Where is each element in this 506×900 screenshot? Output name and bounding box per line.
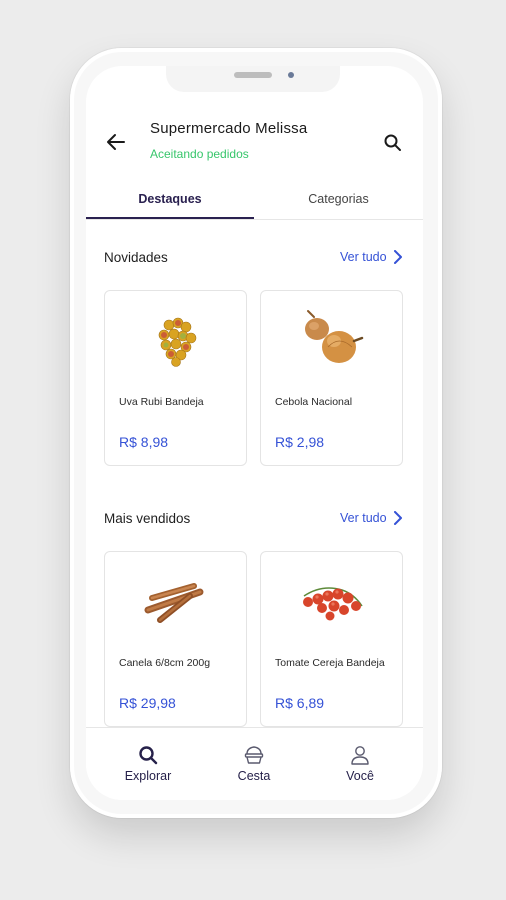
nav-explorar[interactable]: Explorar: [108, 744, 188, 783]
product-name: Uva Rubi Bandeja: [119, 396, 204, 408]
tab-divider: [86, 219, 423, 220]
search-icon: [384, 134, 401, 151]
store-status: Aceitando pedidos: [150, 147, 249, 161]
grapes-image: [158, 317, 197, 367]
store-name: Supermercado Melissa: [150, 120, 308, 137]
chevron-right-icon: [393, 511, 402, 525]
tab-active-indicator: [86, 217, 254, 219]
product-name: Cebola Nacional: [275, 396, 353, 408]
phone-camera: [288, 72, 294, 78]
search-icon: [139, 746, 158, 765]
tab-categorias[interactable]: Categorias: [254, 192, 423, 206]
product-price: R$ 2,98: [275, 434, 325, 450]
search-button[interactable]: [383, 133, 403, 153]
back-button[interactable]: [104, 130, 128, 154]
product-price: R$ 8,98: [119, 434, 169, 450]
product-price: R$ 6,89: [275, 695, 325, 711]
see-all-novidades-link[interactable]: Ver tudo: [340, 250, 403, 264]
section-title-novidades: Novidades: [104, 250, 168, 265]
product-name: Canela 6/8cm 200g: [119, 657, 211, 669]
see-all-mais-vendidos-link[interactable]: Ver tudo: [340, 511, 403, 525]
product-card[interactable]: Tomate Cereja Bandeja R$ 6,89: [260, 551, 403, 727]
nav-label: Você: [346, 769, 374, 783]
nav-cesta[interactable]: Cesta: [214, 744, 294, 783]
see-all-label: Ver tudo: [340, 250, 387, 264]
nav-label: Explorar: [124, 769, 172, 783]
product-name: Tomate Cereja Bandeja: [275, 657, 385, 669]
onion-image: [305, 310, 364, 363]
basket-icon: [244, 746, 264, 764]
product-card[interactable]: Canela 6/8cm 200g R$ 29,98: [104, 551, 247, 727]
cherry-tomato-image: [303, 587, 363, 621]
see-all-label: Ver tudo: [340, 511, 387, 525]
section-title-mais-vendidos: Mais vendidos: [104, 511, 191, 526]
product-price: R$ 29,98: [119, 695, 176, 711]
cinnamon-image: [144, 583, 204, 623]
nav-voce[interactable]: Você: [320, 744, 400, 783]
product-card[interactable]: Uva Rubi Bandeja R$ 8,98: [104, 290, 247, 466]
chevron-right-icon: [393, 250, 402, 264]
arrow-left-icon: [107, 134, 125, 150]
phone-speaker: [234, 72, 272, 78]
nav-label: Cesta: [237, 769, 271, 783]
phone-notch: [166, 66, 340, 92]
user-icon: [351, 746, 369, 765]
product-card[interactable]: Cebola Nacional R$ 2,98: [260, 290, 403, 466]
tab-destaques[interactable]: Destaques: [86, 192, 254, 206]
